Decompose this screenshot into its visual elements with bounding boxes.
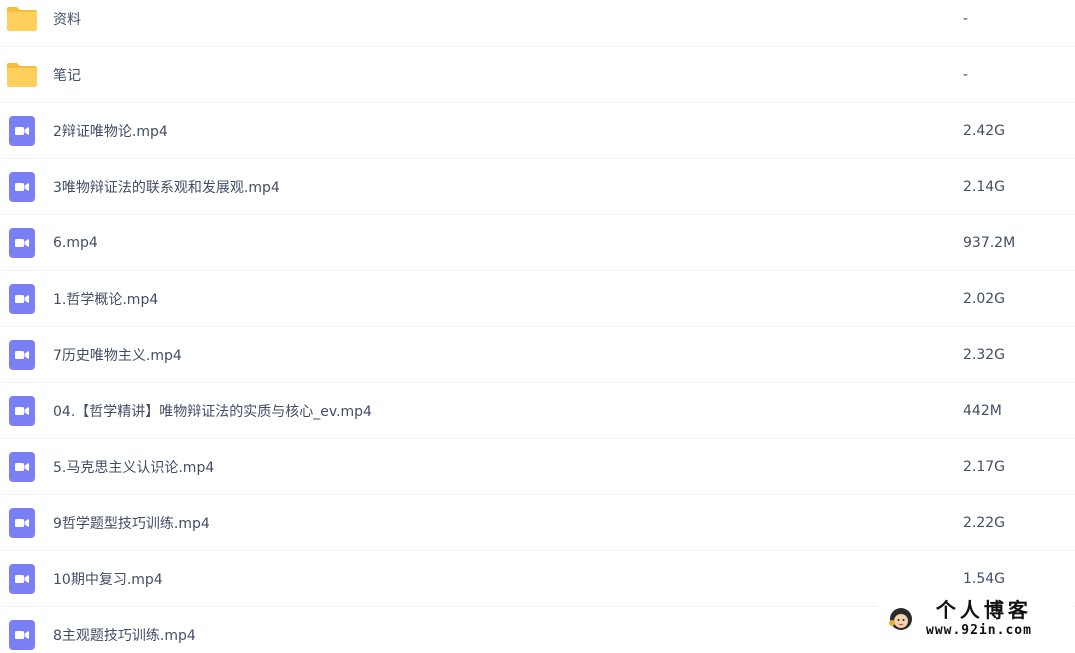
watermark-url: www.92in.com <box>926 622 1032 638</box>
watermark: 个人博客 www.92in.com <box>878 594 1073 642</box>
file-size: - <box>963 66 969 83</box>
file-size: 442M <box>963 402 1002 419</box>
file-name[interactable]: 资料 <box>53 9 81 29</box>
file-row[interactable]: 6.mp4 937.2M <box>0 215 1075 271</box>
folder-icon <box>6 59 38 91</box>
file-name[interactable]: 2辩证唯物论.mp4 <box>53 121 168 141</box>
file-row[interactable]: 1.哲学概论.mp4 2.02G <box>0 271 1075 327</box>
file-name[interactable]: 1.哲学概论.mp4 <box>53 289 158 309</box>
video-file-icon <box>6 283 38 315</box>
video-file-icon <box>6 171 38 203</box>
file-size: 2.32G <box>963 346 1006 363</box>
file-name[interactable]: 笔记 <box>53 65 81 85</box>
file-name[interactable]: 8主观题技巧训练.mp4 <box>53 625 196 645</box>
file-row[interactable]: 笔记 - <box>0 47 1075 103</box>
file-name[interactable]: 6.mp4 <box>53 235 98 251</box>
file-row[interactable]: 5.马克思主义认识论.mp4 2.17G <box>0 439 1075 495</box>
folder-icon <box>6 3 38 35</box>
video-file-icon <box>6 339 38 371</box>
file-size: 2.42G <box>963 122 1006 139</box>
file-size: 937.2M <box>963 234 1016 251</box>
file-size: 2.02G <box>963 290 1006 307</box>
file-row[interactable]: 9哲学题型技巧训练.mp4 2.22G <box>0 495 1075 551</box>
video-file-icon <box>6 395 38 427</box>
watermark-title: 个人博客 <box>935 597 1032 622</box>
file-size: - <box>963 10 969 27</box>
file-row[interactable]: 3唯物辩证法的联系观和发展观.mp4 2.14G <box>0 159 1075 215</box>
video-file-icon <box>6 227 38 259</box>
video-file-icon <box>6 619 38 651</box>
watermark-avatar-icon <box>884 601 918 635</box>
file-size: 2.22G <box>963 514 1006 531</box>
file-list: 资料 - 笔记 - 2辩证唯物论.mp4 2.42G 3唯物辩证法的联系观和发展观.mp4 2… <box>0 0 1075 650</box>
file-row[interactable]: 资料 - <box>0 0 1075 47</box>
file-name[interactable]: 9哲学题型技巧训练.mp4 <box>53 513 210 533</box>
file-name[interactable]: 10期中复习.mp4 <box>53 569 163 589</box>
file-row[interactable]: 2辩证唯物论.mp4 2.42G <box>0 103 1075 159</box>
video-file-icon <box>6 563 38 595</box>
file-name[interactable]: 04.【哲学精讲】唯物辩证法的实质与核心_ev.mp4 <box>53 401 372 421</box>
file-name[interactable]: 7历史唯物主义.mp4 <box>53 345 182 365</box>
video-file-icon <box>6 451 38 483</box>
file-row[interactable]: 04.【哲学精讲】唯物辩证法的实质与核心_ev.mp4 442M <box>0 383 1075 439</box>
file-rows: 资料 - 笔记 - 2辩证唯物论.mp4 2.42G 3唯物辩证法的联系观和发展观.mp4 2… <box>0 0 1075 653</box>
video-file-icon <box>6 115 38 147</box>
file-size: 2.17G <box>963 458 1006 475</box>
file-size: 1.54G <box>963 570 1006 587</box>
file-name[interactable]: 5.马克思主义认识论.mp4 <box>53 457 214 477</box>
file-row[interactable]: 7历史唯物主义.mp4 2.32G <box>0 327 1075 383</box>
file-name[interactable]: 3唯物辩证法的联系观和发展观.mp4 <box>53 177 280 197</box>
video-file-icon <box>6 507 38 539</box>
file-size: 2.14G <box>963 178 1006 195</box>
